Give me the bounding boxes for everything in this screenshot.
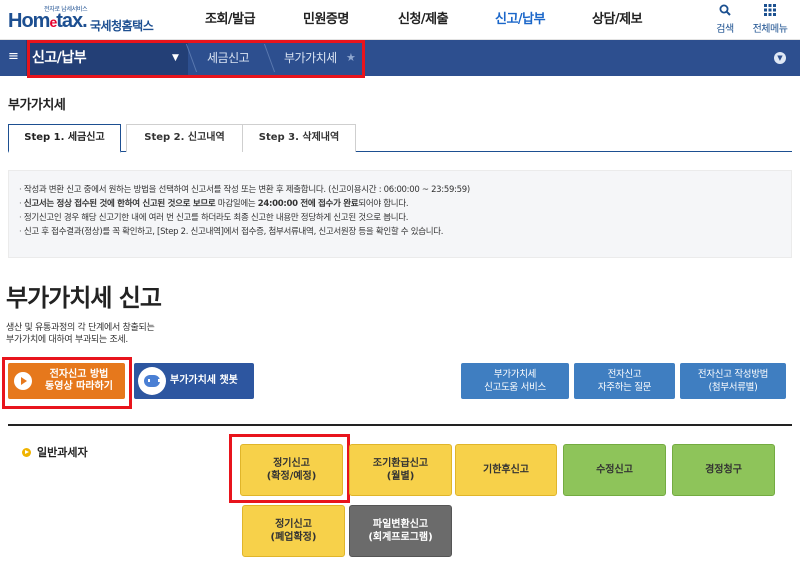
logo-korean-name: 국세청홈택스 xyxy=(90,19,154,33)
chatbot-icon xyxy=(138,367,166,395)
section-divider xyxy=(8,424,792,426)
section-heading: 부가가치세 신고 xyxy=(6,284,162,312)
breadcrumb: ≡ 신고/납부 ▼ 세금신고 부가가치세 ★ ▼ xyxy=(0,40,800,76)
breadcrumb-separator xyxy=(250,44,276,72)
nav-item-consult[interactable]: 상담/제보 xyxy=(592,0,643,40)
closure-filing-button[interactable]: 정기신고 (폐업확정) xyxy=(242,505,345,557)
regular-filing-button[interactable]: 정기신고 (확정/예정) xyxy=(240,444,343,496)
hamburger-icon[interactable]: ≡ xyxy=(8,50,22,64)
search-label: 검색 xyxy=(716,24,734,35)
search-icon xyxy=(705,4,745,20)
grid-icon xyxy=(750,4,790,20)
filing-guide-button[interactable]: 전자신고 작성방법 (첨부서류별) xyxy=(680,363,786,399)
favorite-star-icon[interactable]: ★ xyxy=(346,40,356,76)
top-header: 전자로 납세서비스 Hometax. 국세청홈택스 조회/발급 민원증명 신청/… xyxy=(0,0,800,40)
chevron-down-icon[interactable]: ▼ xyxy=(774,52,786,64)
amended-filing-button[interactable]: 수정신고 xyxy=(563,444,666,496)
early-refund-button[interactable]: 조기환급신고 (월별) xyxy=(349,444,452,496)
all-menu-label: 전체메뉴 xyxy=(752,24,788,35)
nav-item-application[interactable]: 신청/제출 xyxy=(398,0,449,40)
hometax-logo[interactable]: 전자로 납세서비스 Hometax. 국세청홈택스 xyxy=(6,4,166,38)
tab-step3-deleted[interactable]: Step 3. 삭제내역 xyxy=(242,124,356,152)
late-filing-button[interactable]: 기한후신고 xyxy=(455,444,557,496)
video-tutorial-button[interactable]: 전자신고 방법 동영상 따라하기 xyxy=(8,363,125,399)
general-taxpayer-label: 일반과세자 xyxy=(22,444,88,460)
nav-item-inquiry[interactable]: 조회/발급 xyxy=(205,0,256,40)
notice-line: 작성과 변환 신고 중에서 원하는 방법을 선택하여 신고서를 작성 또는 변환… xyxy=(19,183,791,197)
vat-chatbot-button[interactable]: 부가가치세 챗봇 xyxy=(134,363,254,399)
notice-box: 작성과 변환 신고 중에서 원하는 방법을 선택하여 신고서를 작성 또는 변환… xyxy=(8,170,792,258)
breadcrumb-item-tax-filing[interactable]: 세금신고 xyxy=(207,40,250,76)
tab-step1-filing[interactable]: Step 1. 세금신고 xyxy=(8,124,121,153)
logo-wordmark: Hometax. xyxy=(8,10,88,32)
notice-line: 정기신고인 경우 해당 신고기한 내에 여러 번 신고를 하더라도 최종 신고한… xyxy=(19,211,791,225)
step-tabs: Step 1. 세금신고 Step 2. 신고내역 Step 3. 삭제내역 xyxy=(8,124,792,153)
notice-line: 신고 후 접수결과(정상)를 꼭 확인하고, [Step 2. 신고내역]에서 … xyxy=(19,225,791,239)
all-menu-button[interactable]: 전체메뉴 xyxy=(750,4,790,35)
notice-line: 신고서는 정상 접수된 것에 한하여 신고된 것으로 보므로 마감일에는 24:… xyxy=(19,197,791,211)
breadcrumb-item-vat[interactable]: 부가가치세 xyxy=(284,40,337,76)
filing-help-service-button[interactable]: 부가가치세 신고도움 서비스 xyxy=(461,363,569,399)
breadcrumb-main-label: 신고/납부 xyxy=(32,50,87,66)
bullet-arrow-icon xyxy=(22,448,31,457)
vat-description: 생산 및 유통과정의 각 단계에서 창출되는 부가가치에 대하여 부과되는 조세… xyxy=(6,323,155,345)
tab-step2-history[interactable]: Step 2. 신고내역 xyxy=(126,124,243,152)
page-title: 부가가치세 xyxy=(8,98,66,113)
file-conversion-button[interactable]: 파일변환신고 (회계프로그램) xyxy=(349,505,452,557)
play-icon xyxy=(14,372,32,390)
nav-item-certificate[interactable]: 민원증명 xyxy=(303,0,349,40)
search-button[interactable]: 검색 xyxy=(705,4,745,35)
faq-button[interactable]: 전자신고 자주하는 질문 xyxy=(574,363,675,399)
nav-item-filing[interactable]: 신고/납부 xyxy=(495,0,546,40)
refund-claim-button[interactable]: 경정청구 xyxy=(672,444,775,496)
